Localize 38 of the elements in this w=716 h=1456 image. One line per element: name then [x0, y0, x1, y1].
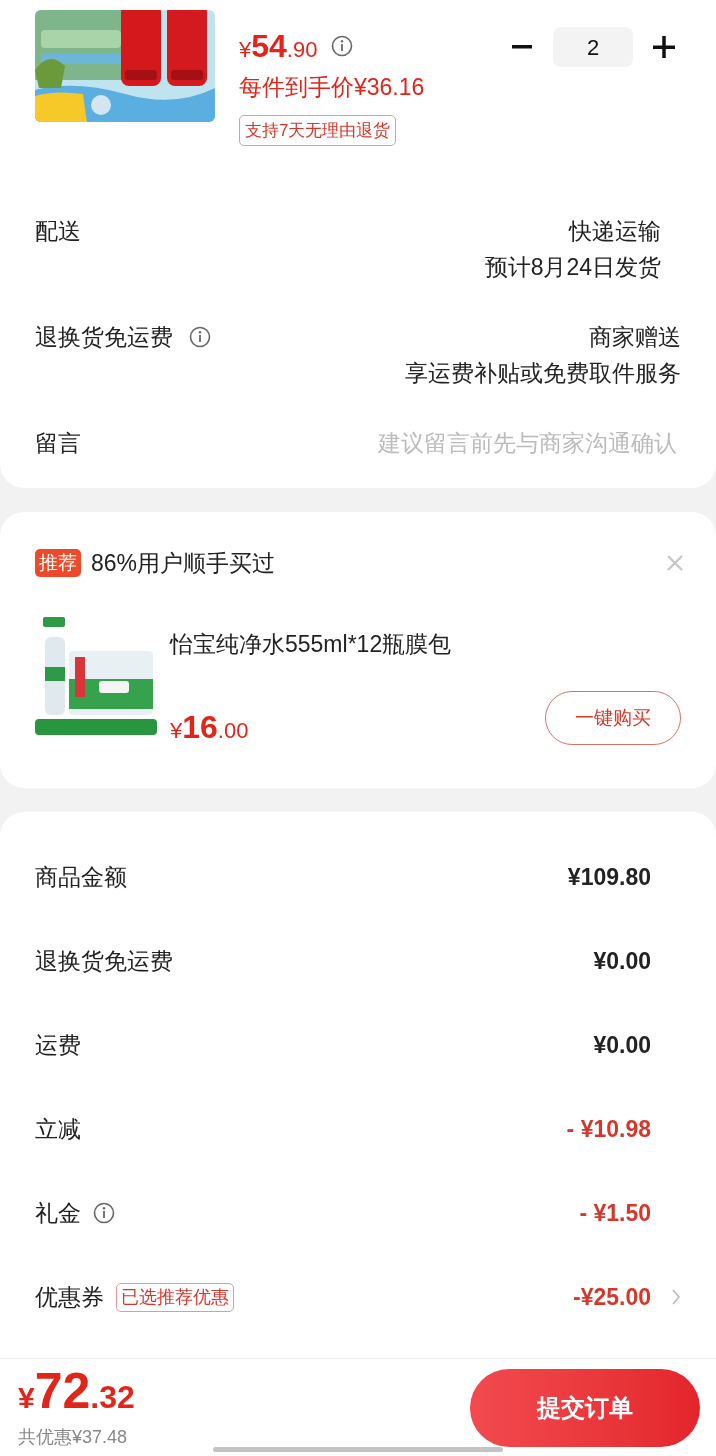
savings-text: 共优惠¥37.48: [18, 1425, 129, 1449]
submit-button[interactable]: 提交订单: [470, 1368, 700, 1447]
summary-value: ¥0.00: [593, 946, 651, 976]
info-icon[interactable]: [93, 1202, 115, 1224]
total-price: ¥72.32: [18, 1364, 135, 1421]
quantity-field[interactable]: 2: [553, 27, 633, 67]
product-price: ¥16.00: [170, 708, 249, 747]
message-field[interactable]: 建议留言前先与商家沟通确认: [281, 428, 681, 458]
unit-price: 每件到手价¥36.16: [239, 73, 425, 102]
row-label: 配送: [35, 216, 81, 246]
info-icon[interactable]: [189, 326, 211, 348]
row-value: 预计8月24日发货: [484, 253, 661, 282]
summary-label: 立减: [35, 1114, 81, 1144]
info-icon[interactable]: [331, 35, 354, 57]
recommend-tag: 推荐: [35, 549, 81, 578]
summary-label: 退换货免运费: [35, 946, 173, 976]
coupon-badge: 已选推荐优惠: [116, 1282, 234, 1312]
row-label: 退换货免运费: [35, 322, 173, 352]
plus-icon: [653, 36, 675, 58]
summary-label: 优惠券: [35, 1282, 104, 1312]
row-value: 享运费补贴或免费取件服务: [405, 359, 681, 388]
summary-label: 商品金额: [35, 862, 127, 892]
summary-label: 运费: [35, 1030, 81, 1060]
summary-value: - ¥1.50: [579, 1198, 651, 1228]
return-badge: 支持7天无理由退货: [239, 114, 397, 146]
product-price: ¥54.90: [239, 27, 318, 66]
summary-value: ¥109.80: [567, 862, 651, 892]
summary-value: ¥0.00: [593, 1030, 651, 1060]
summary-value: - ¥10.98: [566, 1114, 651, 1144]
row-value: 商家赠送: [589, 323, 681, 352]
recommend-title: 86%用户顺手买过: [91, 549, 276, 578]
close-icon: [666, 554, 684, 573]
product-name: 怡宝纯净水555ml*12瓶膜包: [170, 629, 453, 659]
summary-value: -¥25.00: [573, 1282, 651, 1312]
row-label: 留言: [35, 428, 81, 458]
summary-label: 礼金: [35, 1198, 81, 1228]
row-value: 快递运输: [569, 217, 661, 246]
minus-icon: [512, 45, 532, 49]
